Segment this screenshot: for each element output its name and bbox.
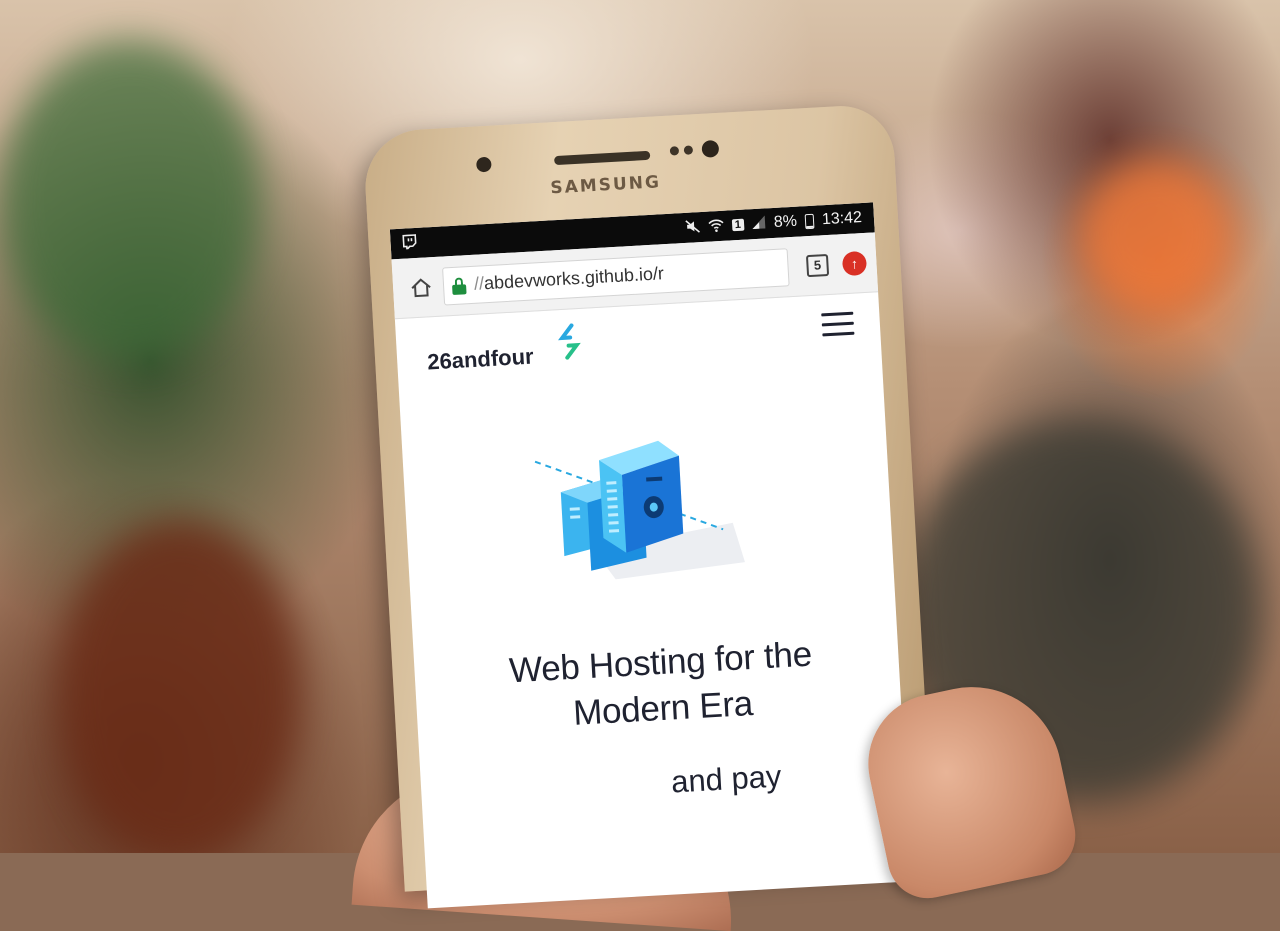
orange-bokeh-blur <box>1080 160 1230 310</box>
status-time: 13:42 <box>821 209 863 229</box>
phone-screen: 1 8% 13:42 //abdevworks.github.io/r 5 ↑ … <box>389 202 912 909</box>
front-camera-icon <box>475 156 492 173</box>
device-brand: SAMSUNG <box>549 172 662 199</box>
tabs-button[interactable]: 5 <box>805 253 830 277</box>
twitch-icon <box>402 234 417 253</box>
url-bar[interactable]: //abdevworks.github.io/r <box>442 247 790 305</box>
update-icon[interactable]: ↑ <box>841 250 868 276</box>
home-icon <box>411 277 431 297</box>
web-page: 26andfour Web Hosting for the Modern Era… <box>395 292 911 908</box>
sensor-dot-icon <box>683 145 694 155</box>
earpiece-speaker <box>554 150 651 166</box>
battery-icon <box>804 213 815 229</box>
lock-icon <box>452 276 467 295</box>
plant-leaves-blur <box>0 40 260 360</box>
hero-title: Web Hosting for the Modern Era <box>508 634 813 733</box>
home-button[interactable] <box>402 268 440 306</box>
mute-icon <box>684 219 700 237</box>
sim-icon: 1 <box>731 218 745 232</box>
hamburger-menu-button[interactable] <box>821 311 855 338</box>
logo-mark-icon <box>555 323 583 365</box>
site-logo-text[interactable]: 26andfour <box>427 344 535 376</box>
plant-pot-blur <box>60 520 300 853</box>
hero-subtitle: and pay <box>670 758 783 800</box>
url-host: abdevworks.github.io/r <box>483 263 665 294</box>
proximity-sensor-icon <box>701 139 720 158</box>
phone-body: SAMSUNG 1 8% 13:42 // abdevworks.github.… <box>362 103 935 909</box>
server-cube-illustration <box>534 440 745 580</box>
sensor-dot-icon <box>669 146 680 156</box>
battery-percent: 8% <box>773 212 798 231</box>
signal-icon <box>752 215 767 232</box>
wifi-icon <box>707 217 724 235</box>
